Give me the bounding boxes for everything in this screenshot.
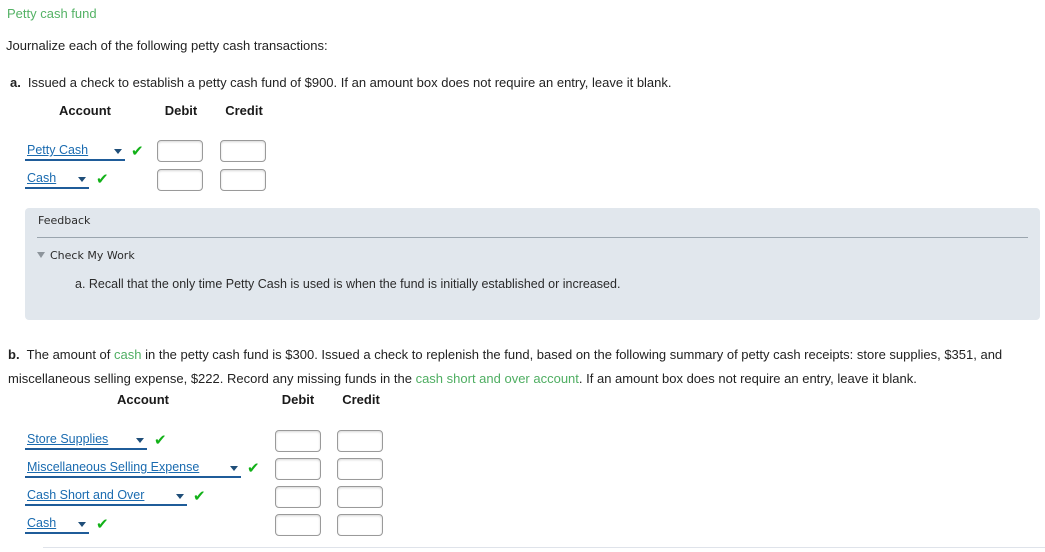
- chevron-down-icon: [136, 438, 144, 443]
- feedback-divider: [37, 237, 1028, 238]
- table-a-header-debit: Debit: [164, 103, 198, 118]
- status-check-a-1: ✔: [131, 142, 144, 160]
- debit-input-b-3[interactable]: [275, 486, 321, 508]
- account-select-b-2[interactable]: Miscellaneous Selling Expense: [25, 459, 241, 478]
- check-my-work-toggle[interactable]: Check My Work: [37, 249, 135, 262]
- part-a-prompt: a. Issued a check to establish a petty ca…: [10, 75, 672, 90]
- debit-input-b-4[interactable]: [275, 514, 321, 536]
- account-select-b-1-value: Store Supplies: [27, 432, 109, 446]
- credit-input-b-2[interactable]: [337, 458, 383, 480]
- credit-input-a-2[interactable]: [220, 169, 266, 191]
- table-b-header-credit: Credit: [342, 392, 380, 407]
- account-select-a-2-value: Cash: [27, 171, 57, 185]
- account-select-a-2[interactable]: Cash: [25, 170, 89, 189]
- part-b-text-1: The amount of: [26, 347, 115, 362]
- page-bottom-divider: [43, 547, 1045, 548]
- table-a-header-credit: Credit: [225, 103, 263, 118]
- chevron-down-icon: [78, 522, 86, 527]
- debit-input-a-2[interactable]: [157, 169, 203, 191]
- status-check-b-4: ✔: [96, 515, 109, 533]
- credit-input-a-1[interactable]: [220, 140, 266, 162]
- glossary-link-cash[interactable]: cash: [114, 347, 141, 362]
- chevron-down-icon: [114, 149, 122, 154]
- part-b-text-3: . If an amount box does not require an e…: [578, 371, 917, 386]
- table-b-header-account: Account: [117, 392, 169, 407]
- debit-input-b-2[interactable]: [275, 458, 321, 480]
- feedback-body: a. Recall that the only time Petty Cash …: [75, 277, 621, 291]
- credit-input-b-1[interactable]: [337, 430, 383, 452]
- account-select-b-4[interactable]: Cash: [25, 515, 89, 534]
- credit-input-b-4[interactable]: [337, 514, 383, 536]
- status-check-a-2: ✔: [96, 170, 109, 188]
- page-title: Petty cash fund: [7, 6, 97, 21]
- triangle-down-icon: [37, 252, 45, 258]
- part-a-label: a.: [10, 75, 21, 90]
- account-select-a-1-value: Petty Cash: [27, 143, 89, 157]
- account-select-b-1[interactable]: Store Supplies: [25, 431, 147, 450]
- table-a-header-account: Account: [59, 103, 111, 118]
- chevron-down-icon: [230, 466, 238, 471]
- status-check-b-2: ✔: [247, 459, 260, 477]
- table-b-header-debit: Debit: [281, 392, 315, 407]
- debit-input-b-1[interactable]: [275, 430, 321, 452]
- status-check-b-3: ✔: [193, 487, 206, 505]
- chevron-down-icon: [78, 177, 86, 182]
- part-b-prompt: b. The amount of cash in the petty cash f…: [8, 343, 1045, 391]
- glossary-link-cash-short-and-over[interactable]: cash short and over account: [416, 371, 579, 386]
- account-select-b-3-value: Cash Short and Over: [27, 488, 145, 502]
- chevron-down-icon: [176, 494, 184, 499]
- feedback-title: Feedback: [38, 214, 91, 227]
- part-b-label: b.: [8, 347, 20, 362]
- part-a-text: Issued a check to establish a petty cash…: [27, 75, 672, 90]
- account-select-b-3[interactable]: Cash Short and Over: [25, 487, 187, 506]
- account-select-b-2-value: Miscellaneous Selling Expense: [27, 460, 200, 474]
- credit-input-b-3[interactable]: [337, 486, 383, 508]
- account-select-a-1[interactable]: Petty Cash: [25, 142, 125, 161]
- check-my-work-label: Check My Work: [50, 249, 135, 262]
- question-intro: Journalize each of the following petty c…: [6, 38, 328, 53]
- account-select-b-4-value: Cash: [27, 516, 57, 530]
- debit-input-a-1[interactable]: [157, 140, 203, 162]
- status-check-b-1: ✔: [154, 431, 167, 449]
- feedback-panel: Feedback Check My Work a. Recall that th…: [25, 208, 1040, 320]
